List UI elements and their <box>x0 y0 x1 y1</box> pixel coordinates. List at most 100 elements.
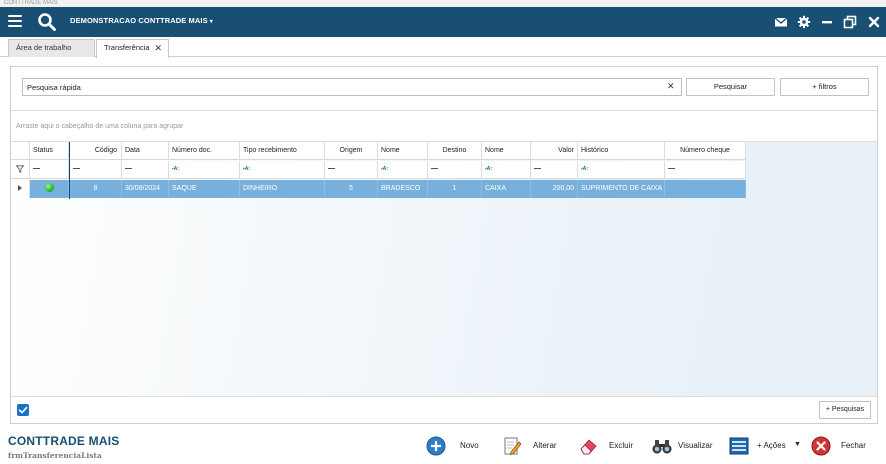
mail-icon[interactable] <box>774 15 788 29</box>
close-icon[interactable] <box>867 15 881 29</box>
column-header-historico[interactable]: Histórico <box>578 142 665 160</box>
filter-cell-destino[interactable] <box>428 161 482 179</box>
column-header-destino[interactable]: Destino <box>428 142 482 160</box>
brand-logo: CONTTRADE MAIS <box>8 434 120 448</box>
filters-button[interactable]: + filtros <box>780 78 869 96</box>
cell-nome-origem: BRADESCO <box>378 180 428 198</box>
minimize-icon[interactable] <box>820 15 834 29</box>
column-header-valor[interactable]: Valor <box>531 142 578 160</box>
select-all-checkbox[interactable] <box>17 404 29 416</box>
hamburger-menu-icon[interactable] <box>8 15 22 28</box>
text-operator-icon: ▪A: <box>485 166 493 173</box>
column-header-data[interactable]: Data <box>122 142 169 160</box>
company-name: DEMONSTRACAO CONTTRADE MAIS <box>70 16 208 25</box>
column-header-nome-destino[interactable]: Nome <box>482 142 531 160</box>
cell-numero-doc: SAQUE <box>169 180 240 198</box>
binoculars-icon <box>652 440 672 454</box>
equals-operator-icon <box>328 167 335 170</box>
filter-funnel-icon[interactable] <box>11 161 30 179</box>
new-label: Novo <box>460 441 479 450</box>
status-green-icon <box>44 182 54 192</box>
plus-circle-icon <box>426 436 446 456</box>
filter-cell-valor[interactable] <box>531 161 578 179</box>
close-circle-icon <box>811 436 831 456</box>
edit-label: Alterar <box>533 441 557 450</box>
equals-operator-icon <box>125 167 132 170</box>
more-actions-label: + Ações <box>757 441 786 450</box>
view-button[interactable]: Visualizar <box>652 436 718 456</box>
cell-historico: SUPRIMENTO DE CAIXA <box>578 180 665 198</box>
filter-cell-origem[interactable] <box>325 161 378 179</box>
text-operator-icon: ▪A: <box>381 166 389 173</box>
equals-operator-icon <box>431 167 438 170</box>
eraser-icon <box>580 439 597 455</box>
edit-document-icon <box>504 437 522 456</box>
list-panel: ✕ Pesquisar + filtros Arraste aqui o cab… <box>10 66 878 424</box>
table-row[interactable]: 8 30/08/2024 SAQUE DINHEIRO 5 BRADESCO 1… <box>11 180 746 198</box>
chevron-down-icon: ▼ <box>794 441 801 448</box>
cell-destino: 1 <box>428 180 482 198</box>
tab-area-de-trabalho[interactable]: Área de trabalho <box>8 39 95 57</box>
text-operator-icon: ▪A: <box>581 166 589 173</box>
equals-operator-icon <box>668 167 675 170</box>
new-button[interactable]: Novo <box>426 436 482 456</box>
quick-search-input[interactable] <box>22 78 682 96</box>
row-pointer-icon <box>18 185 22 192</box>
window-title: CONTTRADE MAIS <box>0 0 886 7</box>
column-header-status[interactable]: Status <box>30 142 69 160</box>
cell-origem: 5 <box>325 180 378 198</box>
column-header-tipo-recebimento[interactable]: Tipo recebimento <box>240 142 325 160</box>
tab-strip: Área de trabalho Transferência ✕ <box>0 37 886 58</box>
cell-numero-cheque <box>665 180 746 198</box>
divider <box>11 110 877 111</box>
filter-cell-nome-origem[interactable]: ▪A: <box>378 161 428 179</box>
filter-cell-tipo-recebimento[interactable]: ▪A: <box>240 161 325 179</box>
app-window: CONTTRADE MAIS DEMONSTRACAO CONTTRADE MA… <box>0 0 886 464</box>
filter-cell-numero-doc[interactable]: ▪A: <box>169 161 240 179</box>
gear-icon[interactable] <box>797 15 811 29</box>
filter-cell-codigo[interactable] <box>70 161 122 179</box>
filter-cell-status[interactable] <box>30 161 69 179</box>
restore-window-icon[interactable] <box>843 15 857 29</box>
tab-label: Transferência <box>104 43 150 52</box>
more-searches-button[interactable]: + Pesquisas <box>819 401 871 419</box>
filter-cell-nome-destino[interactable]: ▪A: <box>482 161 531 179</box>
delete-label: Excluir <box>609 441 634 450</box>
cell-status <box>30 180 69 198</box>
clear-search-icon[interactable]: ✕ <box>667 81 675 92</box>
filter-cell-historico[interactable]: ▪A: <box>578 161 665 179</box>
more-actions-button[interactable]: + Ações ▼ <box>729 436 801 456</box>
company-selector[interactable]: DEMONSTRACAO CONTTRADE MAIS ▾ <box>70 16 213 25</box>
cell-tipo-recebimento: DINHEIRO <box>240 180 325 198</box>
form-name: frmTransferenciaLista <box>8 451 102 460</box>
group-panel-hint[interactable]: Arraste aqui o cabeçalho de uma coluna p… <box>16 123 183 130</box>
search-button[interactable]: Pesquisar <box>686 78 775 96</box>
column-focus-bar <box>69 142 70 199</box>
cell-codigo: 8 <box>70 180 122 198</box>
cell-valor: 200,00 <box>531 180 578 198</box>
chevron-down-icon: ▾ <box>209 19 213 25</box>
equals-operator-icon <box>73 167 80 170</box>
filter-cell-numero-cheque[interactable] <box>665 161 746 179</box>
row-indicator[interactable] <box>11 180 30 198</box>
column-header-numero-doc[interactable]: Número doc. <box>169 142 240 160</box>
grid-header-row: Status Código Data Número doc. Tipo rece… <box>11 142 746 160</box>
edit-button[interactable]: Alterar <box>502 436 562 456</box>
close-form-button[interactable]: Fechar <box>811 436 871 456</box>
column-header-codigo[interactable]: Código <box>70 142 122 160</box>
column-header-numero-cheque[interactable]: Número cheque <box>665 142 746 160</box>
cell-data: 30/08/2024 <box>122 180 169 198</box>
tab-transferencia[interactable]: Transferência ✕ <box>96 39 169 58</box>
equals-operator-icon <box>33 167 40 170</box>
tab-close-icon[interactable]: ✕ <box>154 40 162 56</box>
column-header-origem[interactable]: Origem <box>325 142 378 160</box>
data-grid: Status Código Data Número doc. Tipo rece… <box>11 142 877 396</box>
top-bar: DEMONSTRACAO CONTTRADE MAIS ▾ <box>0 7 886 37</box>
column-header-nome-origem[interactable]: Nome <box>378 142 428 160</box>
grid-filter-row: ▪A: ▪A: ▪A: ▪A: ▪A: <box>11 161 746 179</box>
text-operator-icon: ▪A: <box>243 166 251 173</box>
filter-cell-data[interactable] <box>122 161 169 179</box>
search-icon[interactable] <box>37 12 57 32</box>
equals-operator-icon <box>534 167 541 170</box>
delete-button[interactable]: Excluir <box>578 436 636 456</box>
